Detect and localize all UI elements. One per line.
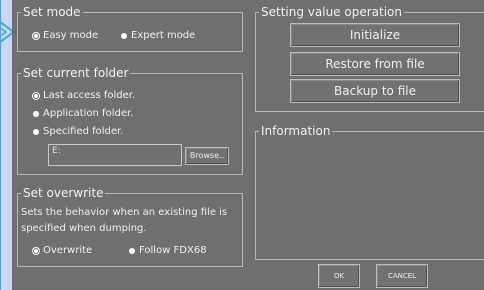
follow-fdx68-label: Follow FDX68 [139, 245, 207, 256]
application-folder-radio[interactable]: Application folder. [33, 107, 133, 121]
application-folder-label: Application folder. [43, 108, 134, 119]
specified-folder-radio[interactable]: Specified folder. [33, 125, 123, 139]
expert-mode-radio[interactable]: Expert mode [121, 29, 195, 43]
last-access-folder-label: Last access folder. [43, 90, 136, 101]
expert-mode-label: Expert mode [131, 30, 196, 41]
radio-unselected-icon [121, 33, 127, 39]
settings-dialog: Set mode Easy mode Expert mode Set curre… [12, 0, 484, 290]
specified-folder-label: Specified folder. [43, 126, 124, 137]
information-group: Information [255, 123, 484, 260]
easy-mode-radio[interactable]: Easy mode [33, 29, 98, 43]
radio-unselected-icon [129, 248, 135, 254]
easy-mode-label: Easy mode [43, 30, 99, 41]
last-access-folder-radio[interactable]: Last access folder. [33, 89, 135, 103]
radio-selected-icon [34, 94, 38, 98]
backup-to-file-button[interactable]: Backup to file [290, 79, 460, 103]
radio-unselected-icon [33, 129, 39, 135]
initialize-button[interactable]: Initialize [290, 23, 460, 47]
set-overwrite-group: Set overwrite Sets the behavior when an … [17, 185, 243, 267]
radio-selected-icon [34, 249, 38, 253]
set-folder-title: Set current folder [21, 65, 131, 81]
radio-selected-icon [34, 34, 38, 38]
setting-value-title: Setting value operation [259, 4, 404, 20]
browse-button[interactable]: Browse.. [185, 147, 229, 165]
information-title: Information [259, 123, 333, 139]
setting-value-group: Setting value operation Initialize Resto… [255, 4, 484, 112]
overwrite-description-line2: specified when dumping. [21, 223, 147, 234]
folder-path-field[interactable]: E: [48, 144, 182, 166]
overwrite-radio[interactable]: Overwrite [33, 244, 92, 258]
restore-from-file-button[interactable]: Restore from file [290, 52, 460, 76]
set-overwrite-title: Set overwrite [21, 185, 106, 201]
set-folder-group: Set current folder Last access folder. A… [17, 65, 243, 175]
ok-button[interactable]: OK [318, 264, 360, 288]
overwrite-label: Overwrite [43, 245, 93, 256]
radio-unselected-icon [33, 111, 39, 117]
follow-fdx68-radio[interactable]: Follow FDX68 [129, 244, 207, 258]
set-mode-title: Set mode [21, 4, 83, 20]
set-mode-group: Set mode Easy mode Expert mode [17, 4, 243, 52]
overwrite-description-line1: Sets the behavior when an existing file … [21, 207, 228, 218]
cancel-button[interactable]: CANCEL [376, 264, 428, 288]
